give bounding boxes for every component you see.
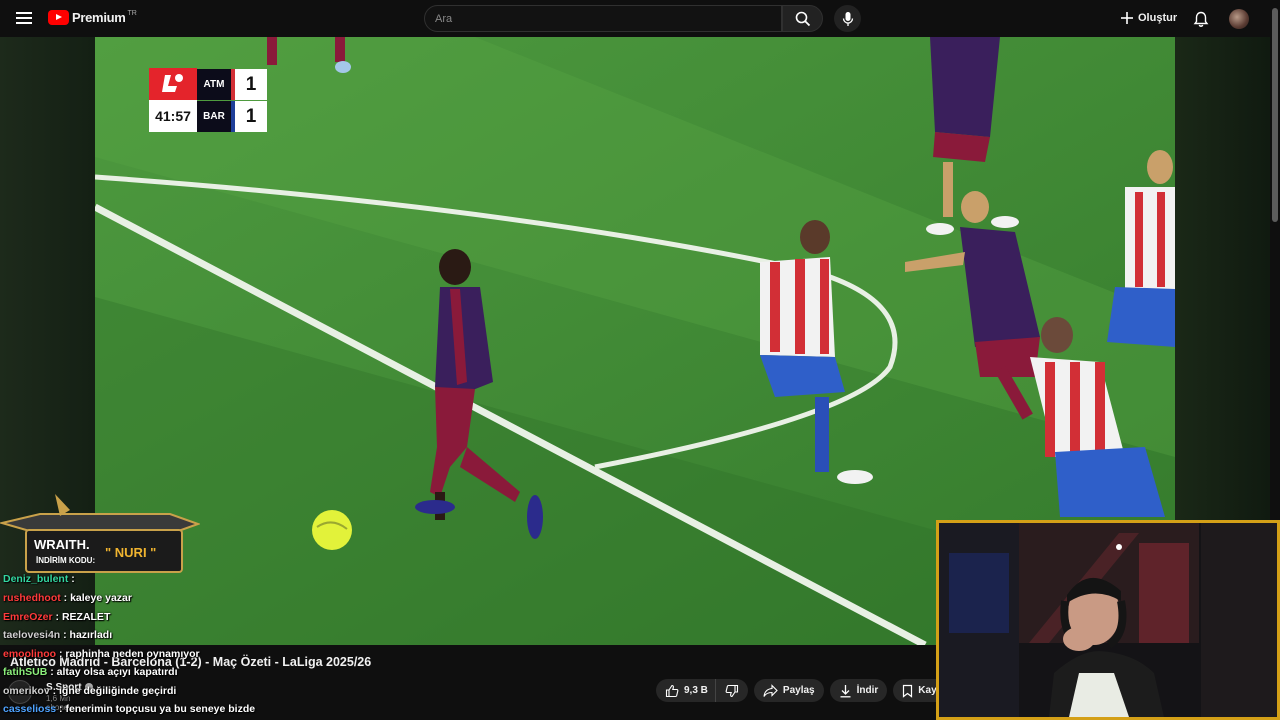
chat-username: taelovesi4n — [3, 629, 61, 641]
streamer-webcam — [936, 520, 1280, 720]
promo-code: " NURI " — [105, 545, 157, 560]
chat-username: fatihSUB — [3, 666, 48, 678]
youtube-logo[interactable]: Premium TR — [48, 10, 137, 25]
create-button[interactable]: Oluştur — [1114, 6, 1183, 30]
chat-username: emoolinoo — [3, 648, 57, 660]
scoreboard: 41:57 ATM 1 BAR 1 — [149, 68, 267, 132]
download-icon — [840, 684, 851, 697]
chat-text: : raphinha neden oynamıyor — [56, 648, 200, 660]
save-icon — [903, 684, 913, 698]
chat-message: taelovesi4n : hazırladı — [3, 629, 112, 641]
home-team: ATM — [197, 69, 231, 100]
plus-icon — [1121, 12, 1133, 24]
chat-text: : altay olsa açıyı kapatırdı — [47, 666, 178, 678]
download-label: İndir — [856, 685, 879, 696]
logo-brand: Premium — [72, 10, 126, 25]
promo-code-label: İNDİRİM KODU: — [36, 556, 96, 565]
away-team: BAR — [197, 101, 231, 132]
video-actions: 9,3 B Paylaş İndir Kayde — [656, 679, 958, 702]
chat-username: rushedhoot — [3, 592, 61, 604]
like-count: 9,3 B — [684, 685, 708, 696]
chat-text: : iğne değiliğinde geçirdi — [49, 685, 177, 697]
search-icon — [795, 11, 810, 26]
sponsor-promo-badge: WRAITH. İNDİRİM KODU: " NURI " — [0, 490, 200, 574]
webcam-feed — [939, 523, 1277, 717]
chat-text: : REZALET — [52, 611, 111, 623]
search-button[interactable] — [782, 5, 823, 32]
chat-username: EmreOzer — [3, 611, 53, 623]
logo-region: TR — [127, 9, 137, 17]
bell-icon — [1193, 11, 1209, 27]
chat-text: : — [68, 573, 75, 585]
scrollbar-thumb[interactable] — [1272, 8, 1278, 222]
laliga-icon — [149, 68, 197, 100]
chat-message: emoolinoo : raphinha neden oynamıyor — [3, 648, 200, 660]
page-root: Premium TR Oluştur — [0, 0, 1280, 720]
dislike-icon — [725, 684, 738, 697]
away-score: 1 — [235, 101, 267, 132]
download-button[interactable]: İndir — [829, 679, 888, 702]
mic-icon — [842, 11, 853, 26]
chat-message: omerikov : iğne değiliğinde geçirdi — [3, 685, 176, 697]
share-button[interactable]: Paylaş — [753, 679, 824, 702]
masthead: Premium TR Oluştur — [0, 0, 1280, 37]
menu-icon[interactable] — [14, 9, 34, 29]
voice-search-button[interactable] — [834, 5, 861, 32]
home-score: 1 — [235, 69, 267, 100]
sword-emblem — [0, 494, 200, 573]
chat-message: EmreOzer : REZALET — [3, 611, 110, 623]
promo-brand: WRAITH. — [34, 537, 90, 552]
youtube-logo-icon — [48, 10, 69, 25]
share-label: Paylaş — [782, 685, 815, 696]
chat-username: Deniz_bulent — [3, 573, 69, 585]
create-label: Oluştur — [1138, 12, 1178, 24]
chat-username: casselioss — [3, 703, 57, 715]
chat-message: rushedhoot : kaleye yazar — [3, 592, 132, 604]
chat-username: omerikov — [3, 685, 50, 697]
chat-message: casselioss : fenerimin topçusu ya bu sen… — [3, 703, 255, 715]
search-input[interactable] — [425, 6, 781, 31]
notifications-button[interactable] — [1190, 8, 1212, 30]
like-icon — [665, 684, 679, 697]
account-avatar[interactable] — [1229, 9, 1249, 29]
dislike-button[interactable] — [714, 679, 748, 702]
chat-text: : kaleye yazar — [60, 592, 132, 604]
search-box — [424, 5, 782, 32]
share-icon — [763, 683, 778, 697]
chat-text: : hazırladı — [60, 629, 113, 641]
chat-message: Deniz_bulent : — [3, 573, 75, 585]
chat-text: : fenerimin topçusu ya bu seneye bizde — [56, 703, 256, 715]
like-button[interactable]: 9,3 B — [656, 679, 715, 702]
match-clock: 41:57 — [149, 100, 197, 132]
chat-message: fatihSUB : altay olsa açıyı kapatırdı — [3, 666, 178, 678]
